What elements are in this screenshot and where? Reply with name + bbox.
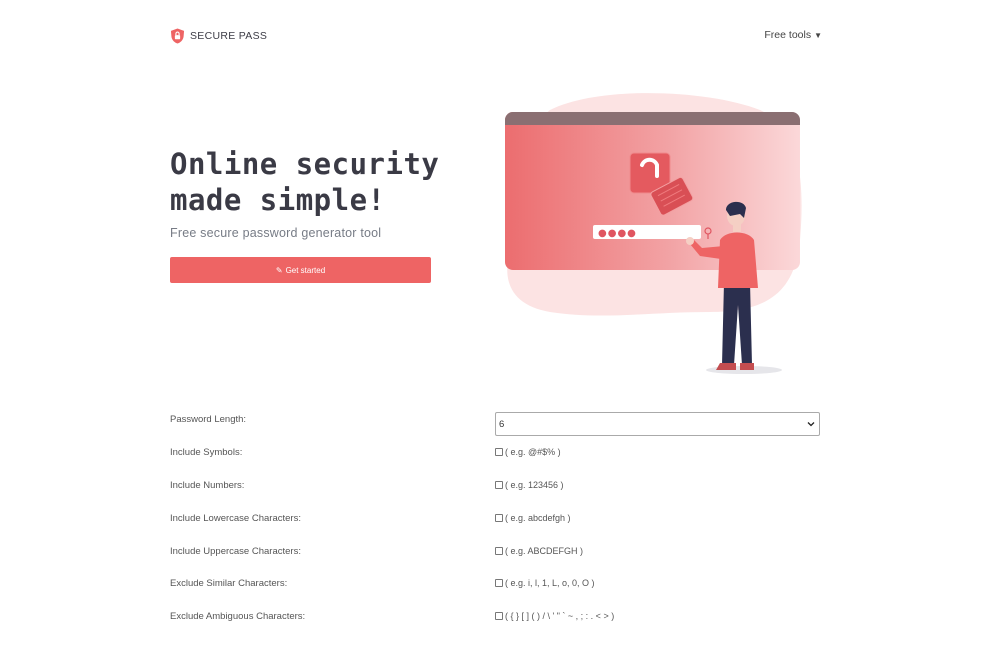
include-numbers-label: Include Numbers: [170, 480, 245, 491]
exclude-ambiguous-hint: ( { } [ ] ( ) / \ ' " ` ~ , ; : . < > ) [505, 611, 615, 621]
get-started-button[interactable]: ✎ Get started [170, 257, 431, 283]
include-lowercase-hint: ( e.g. abcdefgh ) [505, 513, 571, 523]
exclude-ambiguous-label: Exclude Ambiguous Characters: [170, 611, 306, 622]
include-lowercase-label: Include Lowercase Characters: [170, 513, 301, 524]
include-symbols-checkbox[interactable] [495, 448, 503, 456]
include-symbols-label: Include Symbols: [170, 447, 243, 458]
exclude-similar-checkbox[interactable] [495, 579, 503, 587]
exclude-ambiguous-field: ( { } [ ] ( ) / \ ' " ` ~ , ; : . < > ) [495, 611, 614, 621]
include-symbols-hint: ( e.g. @#$% ) [505, 447, 561, 457]
password-length-value: 6 [499, 418, 505, 430]
exclude-ambiguous-row: Exclude Ambiguous Characters: ( { } [ ] … [170, 611, 822, 635]
include-uppercase-label: Include Uppercase Characters: [170, 546, 301, 557]
hero-illustration: ●●●● [505, 93, 802, 374]
exclude-similar-hint: ( e.g. i, l, 1, L, o, 0, O ) [505, 578, 595, 588]
navbar: SECURE PASS Free tools ▼ [170, 28, 822, 46]
include-uppercase-field: ( e.g. ABCDEFGH ) [495, 546, 583, 556]
include-numbers-field: ( e.g. 123456 ) [495, 480, 564, 490]
exclude-similar-field: ( e.g. i, l, 1, L, o, 0, O ) [495, 578, 595, 588]
include-lowercase-checkbox[interactable] [495, 514, 503, 522]
free-tools-label: Free tools [764, 29, 812, 41]
include-numbers-checkbox[interactable] [495, 481, 503, 489]
tag-icon: ✎ [275, 265, 283, 275]
include-uppercase-checkbox[interactable] [495, 547, 503, 555]
password-length-row: Password Length: 6 [170, 412, 822, 436]
free-tools-dropdown[interactable]: Free tools ▼ [764, 29, 822, 41]
illustration-password-dots: ●●●● [598, 228, 637, 239]
chevron-down-icon [807, 422, 815, 427]
password-length-label: Password Length: [170, 414, 247, 425]
include-lowercase-row: Include Lowercase Characters: ( e.g. abc… [170, 513, 822, 537]
include-numbers-row: Include Numbers: ( e.g. 123456 ) [170, 480, 822, 504]
exclude-similar-row: Exclude Similar Characters: ( e.g. i, l,… [170, 578, 822, 602]
hero-subtitle: Free secure password generator tool [170, 226, 382, 240]
caret-down-icon: ▼ [814, 30, 822, 40]
include-symbols-row: Include Symbols: ( e.g. @#$% ) [170, 447, 822, 471]
include-uppercase-row: Include Uppercase Characters: ( e.g. ABC… [170, 546, 822, 570]
brand-name: SECURE PASS [190, 30, 268, 42]
include-lowercase-field: ( e.g. abcdefgh ) [495, 513, 571, 523]
include-symbols-field: ( e.g. @#$% ) [495, 447, 561, 457]
get-started-label: Get started [285, 265, 326, 275]
hero-title: Online security made simple! [170, 147, 440, 217]
password-length-select[interactable]: 6 [495, 412, 820, 436]
exclude-similar-label: Exclude Similar Characters: [170, 578, 288, 589]
exclude-ambiguous-checkbox[interactable] [495, 612, 503, 620]
include-numbers-hint: ( e.g. 123456 ) [505, 480, 564, 490]
include-uppercase-hint: ( e.g. ABCDEFGH ) [505, 546, 584, 556]
shield-lock-icon [170, 28, 185, 44]
brand-logo[interactable]: SECURE PASS [170, 28, 267, 44]
